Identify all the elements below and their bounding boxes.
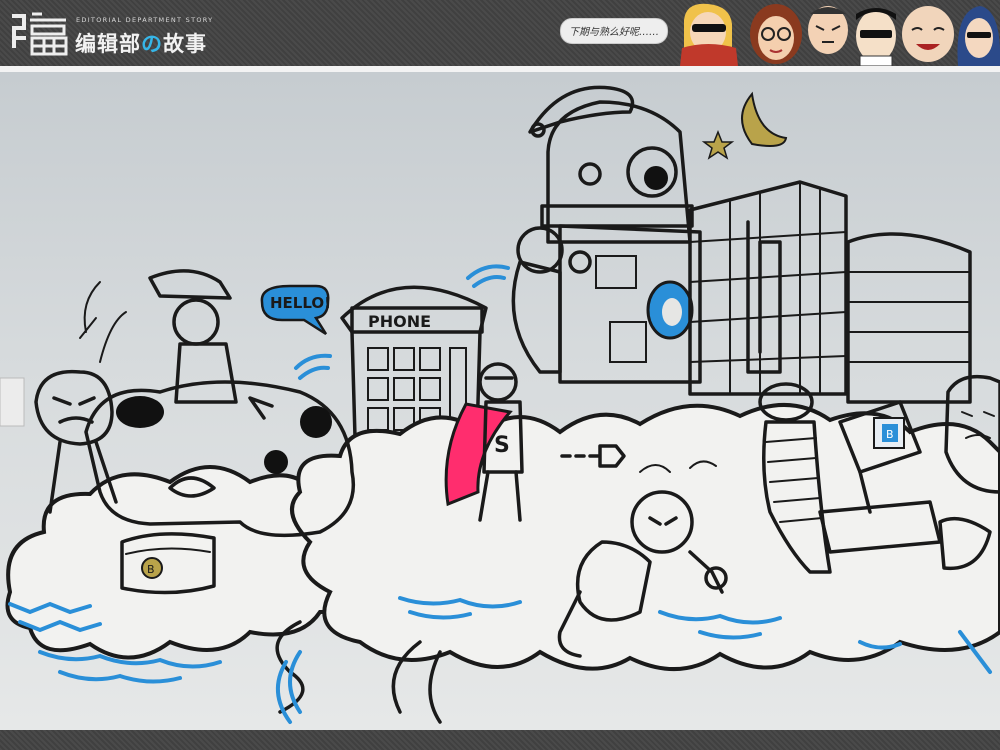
motion-marks <box>466 264 510 288</box>
character-faces <box>680 3 1000 66</box>
motion-marks <box>294 353 332 380</box>
doodle-mural: .ink { fill:none; stroke:#1a1a1a; stroke… <box>0 85 1000 724</box>
bald-laughing-face-icon <box>902 6 954 62</box>
phone-booth-sign: PHONE <box>368 312 431 331</box>
hero-emblem: S <box>494 433 510 458</box>
sunglasses-man-face-icon <box>856 8 896 66</box>
logo-mark-icon[interactable] <box>8 8 70 56</box>
speech-bubble: 下期与熟么好呢…… <box>560 18 668 44</box>
hello-speech-bubble: HELLO! <box>260 284 331 336</box>
logo-title-end: 故事 <box>163 32 207 56</box>
angry-face-icon <box>808 6 848 54</box>
long-hair-woman-face-icon <box>957 6 1000 66</box>
moon-icon <box>741 91 788 147</box>
tall-building <box>688 180 848 396</box>
speech-bubble-text: 下期与熟么好呢…… <box>569 27 659 38</box>
sunglasses-scarf-face-icon <box>680 3 738 66</box>
star-icon <box>701 129 735 160</box>
hello-text: HELLO! <box>270 294 331 312</box>
site-header: EDITORIAL DEPARTMENT STORY 编辑部の故事 下期与熟么好… <box>0 0 1000 66</box>
coin-letter: B <box>147 563 155 576</box>
site-footer <box>0 730 1000 750</box>
robot-figure <box>511 85 702 384</box>
monitor-letter: B <box>886 428 894 441</box>
wall-switch <box>0 377 25 427</box>
mural-photo: .ink { fill:none; stroke:#1a1a1a; stroke… <box>0 72 1000 730</box>
logo-title-main: 编辑部 <box>75 32 141 56</box>
logo-title-accent: の <box>141 32 163 56</box>
logo-title[interactable]: 编辑部の故事 <box>75 28 207 58</box>
logo-subtitle: EDITORIAL DEPARTMENT STORY <box>76 16 214 24</box>
woman-glasses-face-icon <box>750 4 802 64</box>
short-building <box>846 232 972 404</box>
